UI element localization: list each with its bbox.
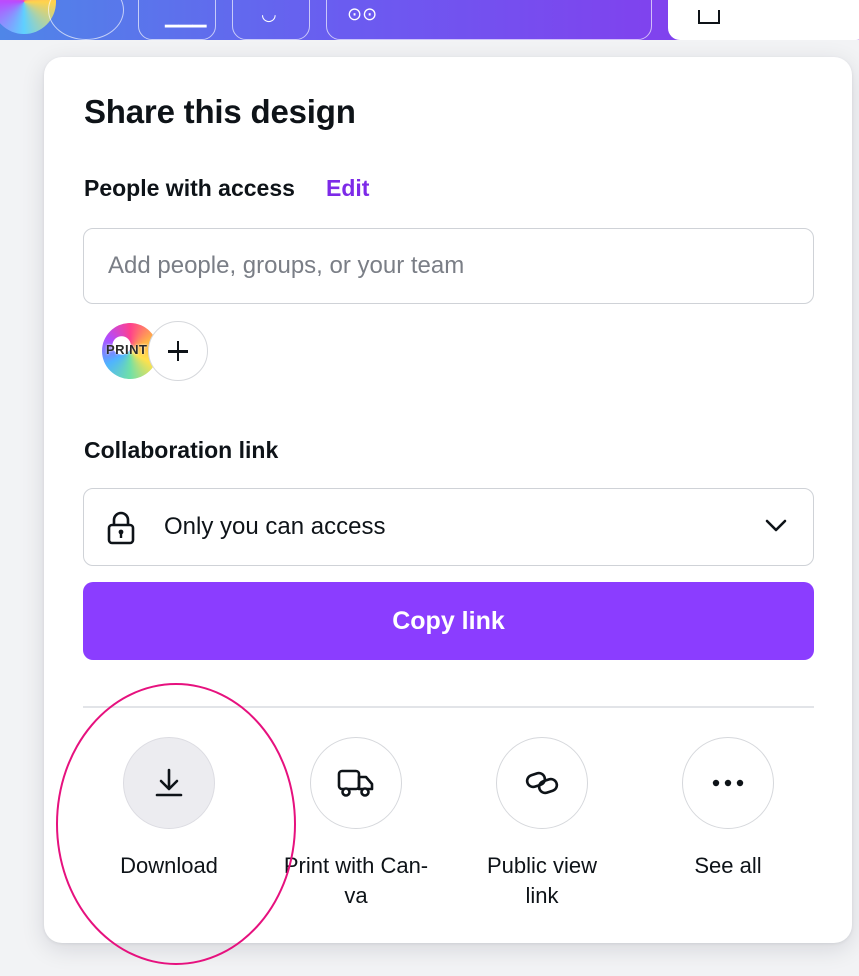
lock-icon	[107, 511, 135, 545]
access-level-value: Only you can access	[164, 513, 386, 540]
edit-access-link[interactable]: Edit	[326, 175, 369, 202]
access-level-dropdown[interactable]: Only you can access	[83, 488, 814, 566]
add-people-input[interactable]	[83, 228, 814, 304]
truck-icon: ⊙⊙	[347, 4, 378, 24]
public-link-label-line2: link	[525, 883, 559, 908]
see-all-button[interactable]	[682, 737, 774, 829]
download-icon	[155, 768, 183, 797]
chevron-down-icon	[765, 519, 787, 532]
people-access-label: People with access	[84, 175, 295, 201]
more-icon	[712, 779, 744, 787]
see-all-label: See all	[694, 853, 762, 878]
print-label-line1: Print with Can-	[283, 853, 429, 878]
public-link-label: Public view link	[457, 851, 627, 911]
public-link-button[interactable]	[496, 737, 588, 829]
link-icon	[525, 771, 559, 795]
share-title: Share this design	[84, 93, 356, 130]
download-label: Download	[120, 853, 218, 878]
truck-icon	[337, 769, 374, 797]
member-avatar-text: PRINT	[106, 342, 148, 357]
download-button[interactable]	[123, 737, 215, 829]
share-popover: Share this design People with access Edi…	[44, 57, 852, 943]
toolbar-print-button[interactable]: ⊙⊙	[326, 0, 652, 40]
chart-icon: ▁▁▁	[165, 7, 207, 27]
print-label-line2: va	[344, 883, 368, 908]
toolbar-round-button[interactable]	[48, 0, 124, 40]
print-option[interactable]: Print with Can- va	[271, 737, 441, 911]
top-toolbar: ▁▁▁ ◡ ⊙⊙	[0, 0, 859, 40]
toolbar-share-button[interactable]	[668, 0, 859, 40]
section-divider	[83, 706, 814, 708]
collaboration-link-label: Collaboration link	[84, 437, 279, 463]
add-member-button[interactable]	[148, 321, 208, 381]
copy-link-button[interactable]: Copy link	[83, 582, 814, 660]
print-button[interactable]	[310, 737, 402, 829]
public-link-option[interactable]: Public view link	[457, 737, 627, 911]
toolbar-analytics-button[interactable]: ▁▁▁	[138, 0, 216, 40]
see-all-option[interactable]: See all	[643, 737, 813, 881]
toolbar-comment-button[interactable]: ◡	[232, 0, 310, 40]
share-icon	[698, 10, 720, 24]
print-label: Print with Can- va	[271, 851, 441, 911]
public-link-label-line1: Public view	[486, 853, 598, 878]
comment-icon: ◡	[261, 4, 277, 24]
download-option[interactable]: Download	[84, 737, 254, 881]
